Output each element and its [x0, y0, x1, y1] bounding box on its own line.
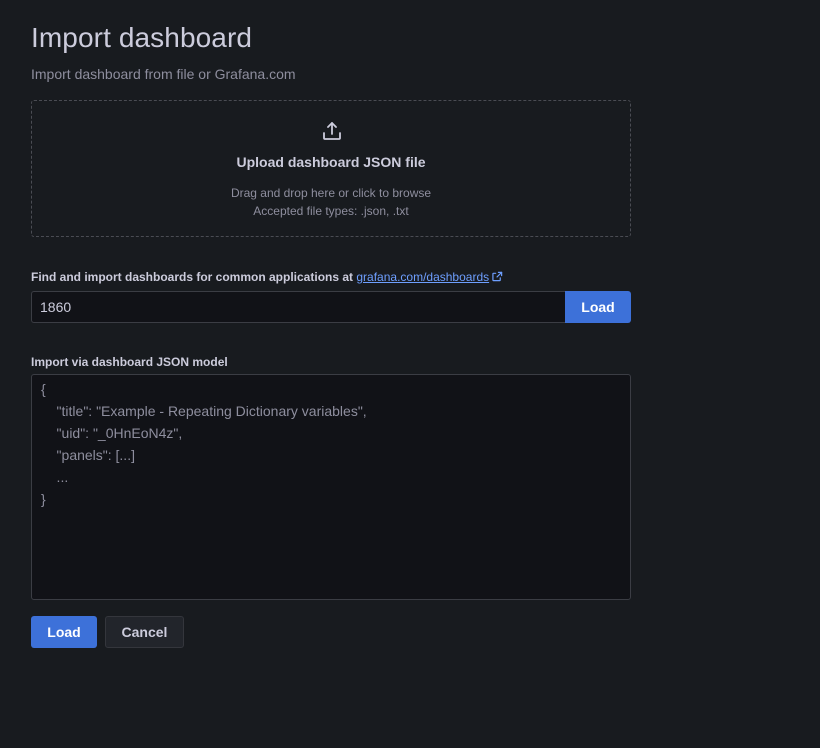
- page-title: Import dashboard: [31, 22, 253, 53]
- gcom-label: Find and import dashboards for common ap…: [31, 269, 503, 285]
- upload-heading: Upload dashboard JSON file: [236, 154, 426, 170]
- import-dashboard-page: Import dashboard Import dashboard from f…: [0, 0, 820, 748]
- dashboard-id-input[interactable]: [31, 291, 565, 323]
- page-subtitle: Import dashboard from file or Grafana.co…: [31, 66, 296, 82]
- gcom-label-text: Find and import dashboards for common ap…: [31, 270, 354, 284]
- json-placeholder-line: "uid": "_0HnEoN4z",: [41, 425, 183, 441]
- cancel-button[interactable]: Cancel: [105, 616, 184, 648]
- json-placeholder-line: "panels": [...]: [41, 447, 135, 463]
- upload-icon: [320, 119, 344, 143]
- json-model-label: Import via dashboard JSON model: [31, 355, 228, 369]
- json-model-textarea[interactable]: { "title": "Example - Repeating Dictiona…: [31, 374, 631, 600]
- json-placeholder-line: {: [41, 381, 46, 397]
- upload-hint: Drag and drop here or click to browse: [230, 186, 432, 200]
- load-button[interactable]: Load: [31, 616, 97, 648]
- gcom-load-button[interactable]: Load: [565, 291, 631, 323]
- external-link-icon: [492, 270, 503, 282]
- upload-accepted-types: Accepted file types: .json, .txt: [253, 204, 409, 218]
- json-placeholder-line: ...: [41, 469, 69, 485]
- json-placeholder-line: }: [41, 491, 46, 507]
- json-placeholder-line: "title": "Example - Repeating Dictionary…: [41, 403, 367, 419]
- grafana-dashboards-link-text: grafana.com/dashboards: [356, 270, 490, 284]
- grafana-dashboards-link[interactable]: grafana.com/dashboards: [356, 270, 503, 284]
- upload-dropzone[interactable]: Upload dashboard JSON file Drag and drop…: [31, 100, 631, 237]
